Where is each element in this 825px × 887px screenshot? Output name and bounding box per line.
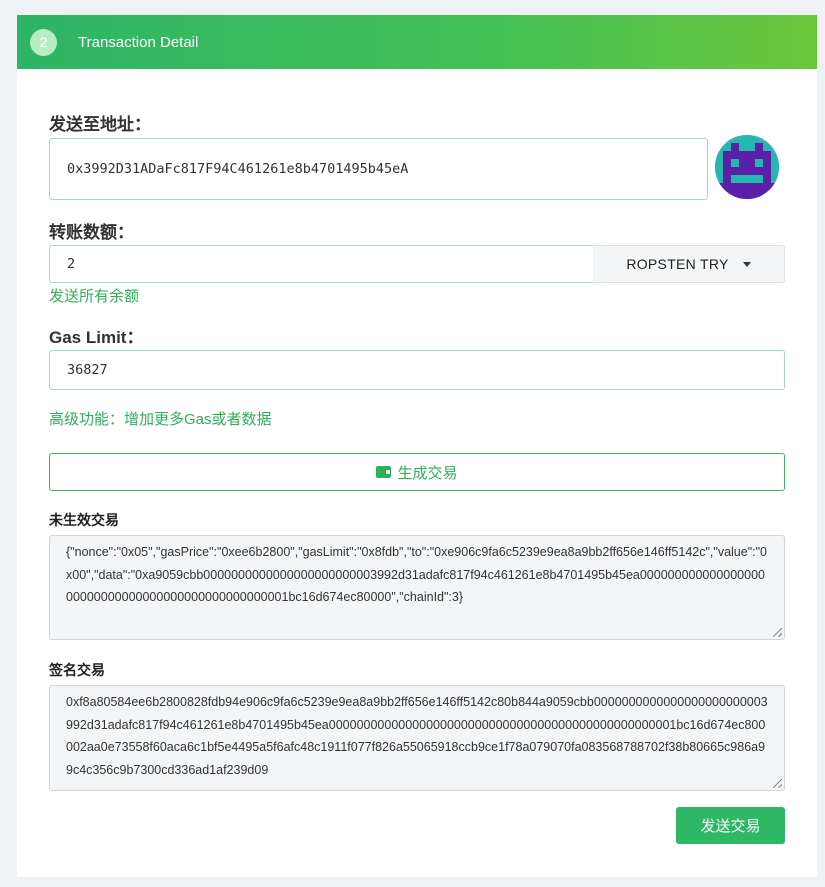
generate-transaction-button[interactable]: 生成交易: [49, 453, 785, 491]
unsigned-transaction-value: {"nonce":"0x05","gasPrice":"0xee6b2800",…: [66, 545, 768, 604]
to-address-input[interactable]: 0x3992D31ADaFc817F94C461261e8b4701495b45…: [49, 138, 708, 200]
unsigned-transaction-label: 未生效交易: [49, 512, 119, 528]
card-header: 2 Transaction Detail: [17, 15, 817, 69]
send-all-balance-link[interactable]: 发送所有余额: [49, 285, 139, 306]
caret-down-icon: [742, 261, 751, 267]
advanced-options-link[interactable]: 高级功能：增加更多Gas或者数据: [49, 408, 272, 429]
gas-limit-value: 36827: [67, 362, 108, 378]
signed-transaction-label: 签名交易: [49, 662, 105, 678]
gas-limit-input[interactable]: 36827: [49, 350, 785, 390]
transaction-detail-card: 2 Transaction Detail 发送至地址： 0x3992D31ADa…: [17, 15, 817, 877]
identicon-avatar: [715, 135, 779, 199]
gas-limit-label: Gas Limit：: [49, 328, 144, 347]
unit-dropdown[interactable]: ROPSTEN TRY: [593, 245, 785, 283]
amount-input[interactable]: 2: [49, 245, 594, 283]
unsigned-transaction-textarea[interactable]: {"nonce":"0x05","gasPrice":"0xee6b2800",…: [49, 535, 785, 640]
to-address-value: 0x3992D31ADaFc817F94C461261e8b4701495b45…: [67, 161, 409, 177]
resize-handle-icon[interactable]: [773, 628, 782, 637]
generate-transaction-label: 生成交易: [397, 464, 458, 482]
signed-transaction-textarea[interactable]: 0xf8a80584ee6b2800828fdb94e906c9fa6c5239…: [49, 685, 785, 791]
card-title: Transaction Detail: [78, 33, 199, 51]
amount-value: 2: [67, 256, 76, 272]
send-transaction-button[interactable]: 发送交易: [676, 807, 785, 844]
identicon-avatar-image: [715, 135, 779, 199]
signed-transaction-value: 0xf8a80584ee6b2800828fdb94e906c9fa6c5239…: [66, 695, 768, 777]
to-address-label: 发送至地址：: [49, 115, 151, 134]
resize-handle-icon[interactable]: [773, 779, 782, 788]
wallet-icon: [376, 466, 392, 478]
amount-label: 转账数额：: [49, 223, 134, 242]
step-number-badge: 2: [30, 28, 57, 56]
unit-dropdown-label: ROPSTEN TRY: [626, 256, 729, 272]
